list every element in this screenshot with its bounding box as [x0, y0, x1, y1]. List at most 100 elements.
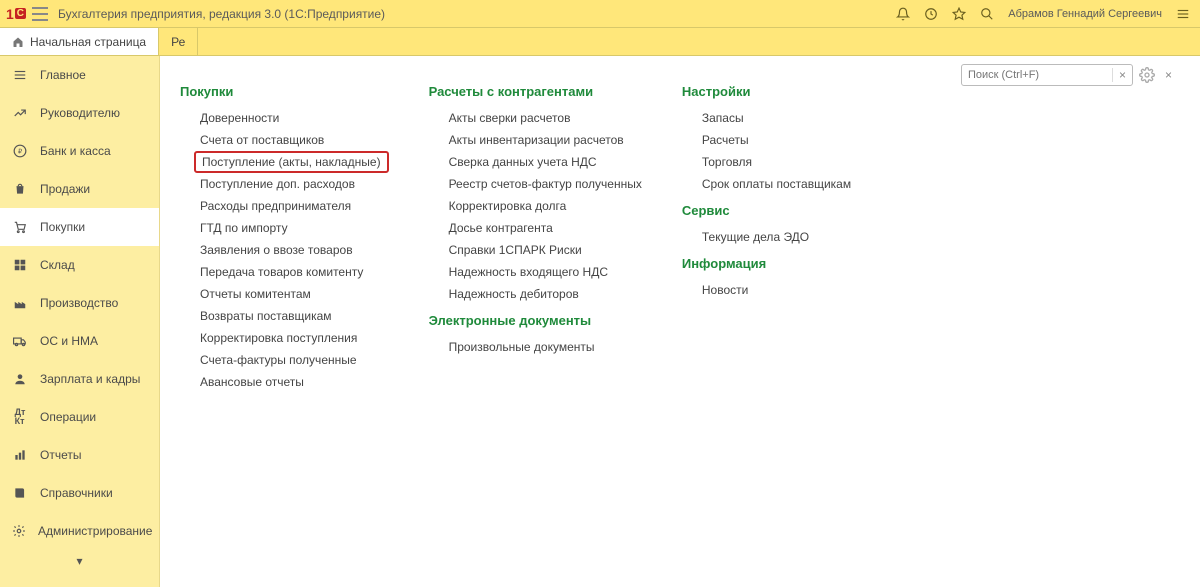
ruble-icon: ₽: [12, 143, 28, 159]
sidebar-item-8[interactable]: Зарплата и кадры: [0, 360, 159, 398]
info-title: Информация: [682, 256, 851, 271]
sidebar-item-11[interactable]: Справочники: [0, 474, 159, 512]
sidebar: Главное Руководителю ₽ Банк и касса Продажи П…: [0, 56, 160, 587]
sidebar-label: ОС и НМА: [40, 334, 98, 348]
settings-link-1[interactable]: Расчеты: [682, 129, 851, 151]
person-icon: [12, 371, 28, 387]
sidebar-item-1[interactable]: Руководителю: [0, 94, 159, 132]
settlements-link-2[interactable]: Сверка данных учета НДС: [429, 151, 642, 173]
home-icon: [12, 36, 24, 48]
settlements-title: Расчеты с контрагентами: [429, 84, 642, 99]
search-clear-icon[interactable]: ×: [1112, 68, 1132, 82]
sidebar-item-2[interactable]: ₽ Банк и касса: [0, 132, 159, 170]
sidebar-label: Отчеты: [40, 448, 81, 462]
settlements-link-1[interactable]: Акты инвентаризации расчетов: [429, 129, 642, 151]
sidebar-label: Администрирование: [38, 524, 152, 538]
svg-text:₽: ₽: [18, 148, 22, 155]
settlements-link-6[interactable]: Справки 1СПАРК Риски: [429, 239, 642, 261]
purchases-link-3[interactable]: Поступление доп. расходов: [180, 173, 389, 195]
purchases-link-12[interactable]: Авансовые отчеты: [180, 371, 389, 393]
app-title: Бухгалтерия предприятия, редакция 3.0 (1…: [58, 7, 385, 21]
sidebar-item-10[interactable]: Отчеты: [0, 436, 159, 474]
tab-home[interactable]: Начальная страница: [0, 28, 159, 55]
purchases-link-0[interactable]: Доверенности: [180, 107, 389, 129]
menu-icon[interactable]: [32, 7, 48, 21]
purchases-link-2[interactable]: Поступление (акты, накладные): [194, 151, 389, 173]
purchases-link-9[interactable]: Возвраты поставщикам: [180, 305, 389, 327]
search-input[interactable]: [962, 69, 1112, 81]
settlements-link-5[interactable]: Досье контрагента: [429, 217, 642, 239]
col-settings: Настройки ЗапасыРасчетыТорговляСрок оплат…: [682, 76, 851, 587]
star-icon[interactable]: [948, 3, 970, 25]
sidebar-label: Покупки: [40, 220, 85, 234]
settings-title: Настройки: [682, 84, 851, 99]
user-name[interactable]: Абрамов Геннадий Сергеевич: [1004, 8, 1166, 20]
settlements-link-3[interactable]: Реестр счетов-фактур полученных: [429, 173, 642, 195]
settlements-link-7[interactable]: Надежность входящего НДС: [429, 261, 642, 283]
main-panel: × × Покупки ДоверенностиСчета от поставщи…: [160, 56, 1200, 587]
purchases-link-7[interactable]: Передача товаров комитенту: [180, 261, 389, 283]
sidebar-label: Главное: [40, 68, 86, 82]
purchases-link-4[interactable]: Расходы предпринимателя: [180, 195, 389, 217]
sidebar-more-icon[interactable]: ▾: [0, 550, 159, 572]
sidebar-item-4[interactable]: Покупки: [0, 208, 159, 246]
purchases-link-5[interactable]: ГТД по импорту: [180, 217, 389, 239]
edocs-link-0[interactable]: Произвольные документы: [429, 336, 642, 358]
tab-second[interactable]: Ре: [159, 28, 198, 55]
settings-link-3[interactable]: Срок оплаты поставщикам: [682, 173, 851, 195]
settings-link-2[interactable]: Торговля: [682, 151, 851, 173]
settlements-link-8[interactable]: Надежность дебиторов: [429, 283, 642, 305]
close-icon[interactable]: ×: [1161, 68, 1176, 82]
settings-link-0[interactable]: Запасы: [682, 107, 851, 129]
boxes-icon: [12, 257, 28, 273]
history-icon[interactable]: [920, 3, 942, 25]
col-purchases: ПокупкиДоверенностиСчета от поставщиковП…: [180, 76, 389, 587]
sidebar-label: Руководителю: [40, 106, 120, 120]
purchases-link-11[interactable]: Счета-фактуры полученные: [180, 349, 389, 371]
sidebar-item-7[interactable]: ОС и НМА: [0, 322, 159, 360]
tab-home-label: Начальная страница: [30, 35, 146, 49]
settlements-link-0[interactable]: Акты сверки расчетов: [429, 107, 642, 129]
sidebar-label: Производство: [40, 296, 118, 310]
cart-icon: [12, 219, 28, 235]
purchases-title: Покупки: [180, 84, 389, 99]
chart-icon: [12, 447, 28, 463]
logo-1c: 1C: [6, 6, 26, 22]
menu-icon: [12, 67, 28, 83]
gear-icon: [12, 523, 26, 539]
purchases-link-1[interactable]: Счета от поставщиков: [180, 129, 389, 151]
service-link-0[interactable]: Текущие дела ЭДО: [682, 226, 851, 248]
purchases-link-10[interactable]: Корректировка поступления: [180, 327, 389, 349]
bell-icon[interactable]: [892, 3, 914, 25]
sidebar-item-9[interactable]: ДтКтОперации: [0, 398, 159, 436]
purchases-link-8[interactable]: Отчеты комитентам: [180, 283, 389, 305]
search-icon[interactable]: [976, 3, 998, 25]
search-box: ×: [961, 64, 1133, 86]
tabstrip: Начальная страница Ре: [0, 28, 1200, 56]
sidebar-item-5[interactable]: Склад: [0, 246, 159, 284]
sidebar-item-0[interactable]: Главное: [0, 56, 159, 94]
sidebar-label: Операции: [40, 410, 96, 424]
sidebar-label: Банк и касса: [40, 144, 111, 158]
layout: Главное Руководителю ₽ Банк и касса Продажи П…: [0, 56, 1200, 587]
info-link-0[interactable]: Новости: [682, 279, 851, 301]
book-icon: [12, 485, 28, 501]
truck-icon: [12, 333, 28, 349]
sidebar-item-6[interactable]: Производство: [0, 284, 159, 322]
bag-icon: [12, 181, 28, 197]
gear-icon[interactable]: [1139, 67, 1155, 83]
search-area: × ×: [961, 64, 1176, 86]
sidebar-label: Зарплата и кадры: [40, 372, 140, 386]
sidebar-item-12[interactable]: Администрирование: [0, 512, 159, 550]
tab-second-label: Ре: [171, 35, 185, 49]
service-title: Сервис: [682, 203, 851, 218]
window-menu-icon[interactable]: [1172, 3, 1194, 25]
sidebar-label: Склад: [40, 258, 75, 272]
topbar: 1C Бухгалтерия предприятия, редакция 3.0…: [0, 0, 1200, 28]
purchases-link-6[interactable]: Заявления о ввозе товаров: [180, 239, 389, 261]
sidebar-label: Продажи: [40, 182, 90, 196]
sidebar-label: Справочники: [40, 486, 113, 500]
col-settlements: Расчеты с контрагентами Акты сверки расче…: [429, 76, 642, 587]
settlements-link-4[interactable]: Корректировка долга: [429, 195, 642, 217]
sidebar-item-3[interactable]: Продажи: [0, 170, 159, 208]
